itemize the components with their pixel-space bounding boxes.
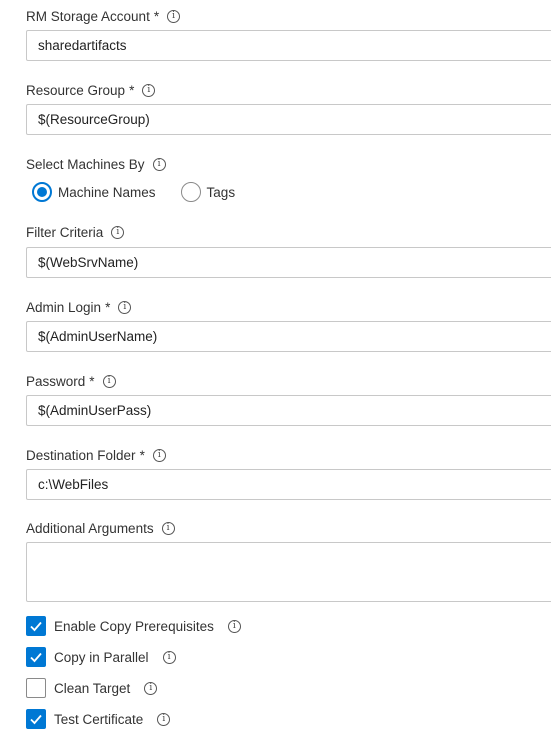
- required-marker: *: [105, 299, 111, 315]
- info-icon[interactable]: i: [111, 225, 125, 239]
- additional-arguments-textarea[interactable]: [26, 542, 551, 602]
- checkbox-checked[interactable]: [26, 709, 46, 729]
- info-icon[interactable]: i: [144, 681, 158, 695]
- checkmark-icon: [30, 652, 42, 663]
- checkmark-icon: [30, 714, 42, 725]
- required-marker: *: [153, 8, 160, 24]
- checkbox-row-copy-in-parallel[interactable]: Copy in Parallel i: [26, 647, 176, 667]
- additional-arguments-field: Additional Arguments i: [26, 518, 551, 602]
- destination-folder-label: Destination Folder: [26, 447, 136, 463]
- destination-folder-field: Destination Folder * i c:\WebFiles: [26, 445, 551, 500]
- radio-button-unselected[interactable]: [180, 182, 201, 202]
- admin-login-label: Admin Login: [26, 299, 102, 315]
- checkbox-unchecked[interactable]: [26, 678, 46, 698]
- info-icon[interactable]: i: [102, 374, 116, 388]
- rm-storage-account-label: RM Storage Account: [26, 8, 150, 24]
- radio-tags-label: Tags: [206, 184, 236, 200]
- radio-button-selected[interactable]: [32, 182, 52, 202]
- checkbox-label: Enable Copy Prerequisites: [54, 618, 214, 634]
- filter-criteria-field: Filter Criteria i $(WebSrvName): [26, 222, 551, 278]
- checkbox-checked[interactable]: [26, 616, 46, 636]
- required-marker: *: [139, 447, 145, 463]
- filter-criteria-label: Filter Criteria: [26, 224, 104, 240]
- admin-login-field: Admin Login * i $(AdminUserName): [26, 297, 551, 352]
- radio-machine-names[interactable]: Machine Names: [32, 182, 156, 202]
- checkbox-row-clean-target[interactable]: Clean Target i: [26, 678, 158, 698]
- info-icon[interactable]: i: [161, 521, 175, 535]
- select-machines-by-field: Select Machines By i: [26, 154, 551, 174]
- select-machines-radio-group: Machine Names Tags: [32, 182, 235, 202]
- password-label-row: Password * i: [26, 371, 551, 391]
- info-icon[interactable]: i: [142, 83, 156, 97]
- rm-storage-account-input[interactable]: sharedartifacts: [26, 30, 551, 61]
- select-machines-by-label: Select Machines By: [26, 156, 145, 172]
- rm-storage-account-label-row: RM Storage Account * i: [26, 6, 551, 26]
- required-marker: *: [129, 82, 135, 98]
- destination-folder-input[interactable]: c:\WebFiles: [26, 469, 551, 500]
- checkmark-icon: [30, 621, 42, 632]
- checkbox-label: Test Certificate: [54, 711, 144, 727]
- resource-group-label: Resource Group: [26, 82, 126, 98]
- admin-login-label-row: Admin Login * i: [26, 297, 551, 317]
- destination-folder-label-row: Destination Folder * i: [26, 445, 551, 465]
- checkbox-row-enable-copy-prerequisites[interactable]: Enable Copy Prerequisites i: [26, 616, 241, 636]
- additional-arguments-label: Additional Arguments: [26, 520, 154, 536]
- radio-tags[interactable]: Tags: [180, 182, 236, 202]
- checkbox-label: Copy in Parallel: [54, 649, 149, 665]
- filter-criteria-label-row: Filter Criteria i: [26, 222, 551, 242]
- password-field: Password * i $(AdminUserPass): [26, 371, 551, 426]
- required-marker: *: [89, 373, 95, 389]
- info-icon[interactable]: i: [157, 712, 171, 726]
- resource-group-label-row: Resource Group * i: [26, 80, 551, 100]
- info-icon[interactable]: i: [152, 157, 166, 171]
- info-icon[interactable]: i: [118, 300, 132, 314]
- checkbox-label: Clean Target: [54, 680, 131, 696]
- info-icon[interactable]: i: [227, 619, 241, 633]
- info-icon[interactable]: i: [162, 650, 176, 664]
- admin-login-input[interactable]: $(AdminUserName): [26, 321, 551, 352]
- additional-arguments-label-row: Additional Arguments i: [26, 518, 551, 538]
- password-label: Password: [26, 373, 86, 389]
- info-icon[interactable]: i: [167, 9, 181, 23]
- select-machines-by-label-row: Select Machines By i: [26, 154, 551, 174]
- resource-group-input[interactable]: $(ResourceGroup): [26, 104, 551, 135]
- password-input[interactable]: $(AdminUserPass): [26, 395, 551, 426]
- radio-machine-names-label: Machine Names: [58, 184, 156, 200]
- info-icon[interactable]: i: [152, 448, 166, 462]
- checkbox-row-test-certificate[interactable]: Test Certificate i: [26, 709, 171, 729]
- filter-criteria-input[interactable]: $(WebSrvName): [26, 247, 551, 278]
- rm-storage-account-field: RM Storage Account * i sharedartifacts: [26, 6, 551, 61]
- resource-group-field: Resource Group * i $(ResourceGroup): [26, 80, 551, 135]
- checkbox-checked[interactable]: [26, 647, 46, 667]
